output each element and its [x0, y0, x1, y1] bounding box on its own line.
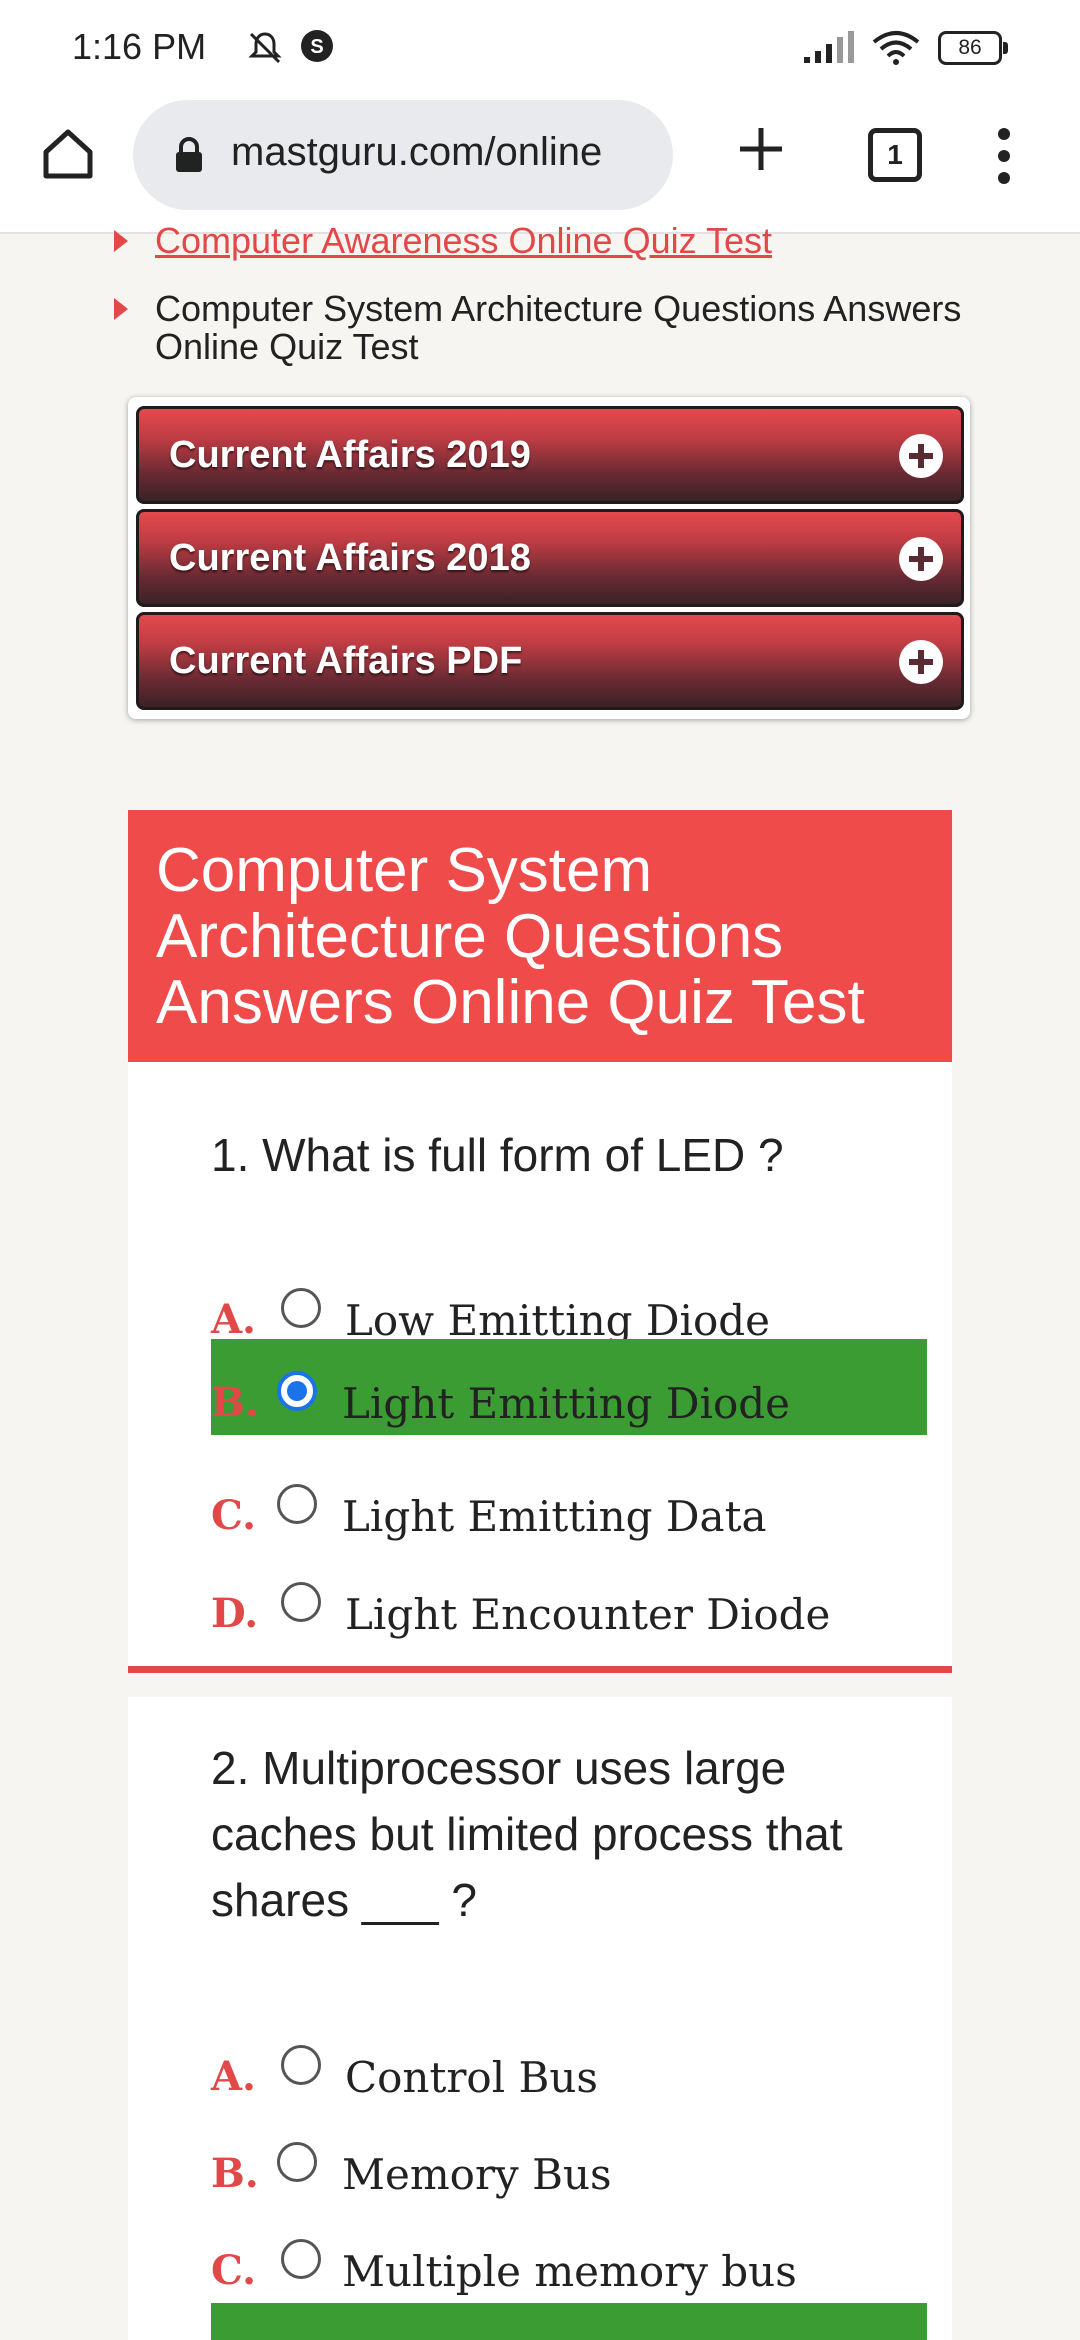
- option-letter: D.: [211, 1590, 259, 1637]
- radio-button-checked[interactable]: [277, 1371, 317, 1411]
- svg-text:S: S: [310, 36, 323, 58]
- status-time: 1:16 PM: [72, 26, 207, 67]
- option-text: Light Emitting Diode: [342, 1379, 791, 1428]
- option-letter: C.: [211, 1492, 257, 1539]
- radio-button[interactable]: [277, 1484, 317, 1524]
- link-item[interactable]: Computer Awareness Online Quiz Test: [110, 222, 772, 260]
- option-text: Multiple memory bus: [342, 2247, 797, 2296]
- accordion-item[interactable]: Current Affairs 2018: [136, 509, 964, 607]
- answer-option-correct[interactable]: B. Light Emitting Diode: [211, 1339, 927, 1435]
- accordion-item[interactable]: Current Affairs PDF: [136, 612, 964, 710]
- option-text: Light Encounter Diode: [345, 1590, 831, 1639]
- question-card: 1. What is full form of LED ? A. Low Emi…: [128, 1062, 952, 1673]
- radio-button[interactable]: [277, 2142, 317, 2182]
- answer-option[interactable]: B. Memory Bus: [211, 2124, 927, 2220]
- home-icon[interactable]: [40, 126, 96, 182]
- accordion-item[interactable]: Current Affairs 2019: [136, 406, 964, 504]
- browser-toolbar: mastguru.com/online 1: [0, 96, 1080, 234]
- accordion-label: Current Affairs 2019: [169, 434, 531, 476]
- radio-button[interactable]: [281, 1582, 321, 1622]
- question-text: 1. What is full form of LED ?: [211, 1129, 784, 1181]
- status-notification-icons: S: [245, 28, 335, 68]
- radio-button[interactable]: [281, 2045, 321, 2085]
- answer-option[interactable]: D. Light Encounter Diode: [211, 1564, 927, 1660]
- radio-button[interactable]: [281, 2239, 321, 2279]
- more-menu-icon[interactable]: [995, 126, 1013, 186]
- battery-indicator: 86: [938, 31, 1008, 65]
- option-letter: A.: [211, 1296, 256, 1343]
- option-letter: A.: [211, 2053, 256, 2100]
- expand-plus-icon[interactable]: [899, 640, 943, 684]
- new-tab-icon[interactable]: [736, 124, 786, 174]
- option-letter: B.: [211, 2150, 259, 2197]
- answer-option-correct[interactable]: [211, 2303, 927, 2340]
- address-bar[interactable]: mastguru.com/online: [133, 100, 673, 210]
- answer-option[interactable]: A. Control Bus: [211, 2027, 927, 2123]
- app-s-icon: S: [301, 30, 333, 62]
- link-item[interactable]: Computer System Architecture Questions A…: [110, 290, 990, 366]
- option-text: Light Emitting Data: [342, 1492, 767, 1541]
- status-bar: 1:16 PM S 86: [0, 0, 1080, 96]
- radio-button[interactable]: [281, 1288, 321, 1328]
- option-text: Control Bus: [345, 2053, 598, 2102]
- quiz-title: Computer System Architecture Questions A…: [156, 836, 865, 1037]
- expand-plus-icon[interactable]: [899, 537, 943, 581]
- question-card: 2. Multiprocessor uses large caches but …: [128, 1697, 952, 2340]
- question-text: 2. Multiprocessor uses large caches but …: [211, 1742, 843, 1926]
- expand-plus-icon[interactable]: [899, 434, 943, 478]
- link-label[interactable]: Computer Awareness Online Quiz Test: [155, 220, 772, 261]
- signal-icon: [804, 31, 854, 63]
- accordion-label: Current Affairs PDF: [169, 640, 523, 682]
- option-letter: C.: [211, 2247, 257, 2294]
- status-system-icons: 86: [802, 30, 1008, 66]
- quiz-header: Computer System Architecture Questions A…: [128, 810, 952, 1062]
- option-letter: B.: [211, 1379, 259, 1426]
- bullet-triangle-icon: [114, 230, 128, 252]
- option-text: Low Emitting Diode: [345, 1296, 771, 1345]
- lock-icon: [176, 137, 202, 172]
- mute-bell-icon: [248, 32, 282, 64]
- tab-switcher-button[interactable]: 1: [868, 128, 922, 182]
- bullet-triangle-icon: [114, 298, 128, 320]
- option-text: Memory Bus: [342, 2150, 612, 2199]
- current-affairs-accordion: Current Affairs 2019 Current Affairs 201…: [128, 397, 970, 719]
- wifi-icon: [872, 31, 920, 65]
- link-label[interactable]: Computer System Architecture Questions A…: [155, 288, 961, 367]
- accordion-label: Current Affairs 2018: [169, 537, 531, 579]
- url-text: mastguru.com/online: [231, 130, 603, 174]
- answer-option[interactable]: C. Light Emitting Data: [211, 1466, 927, 1562]
